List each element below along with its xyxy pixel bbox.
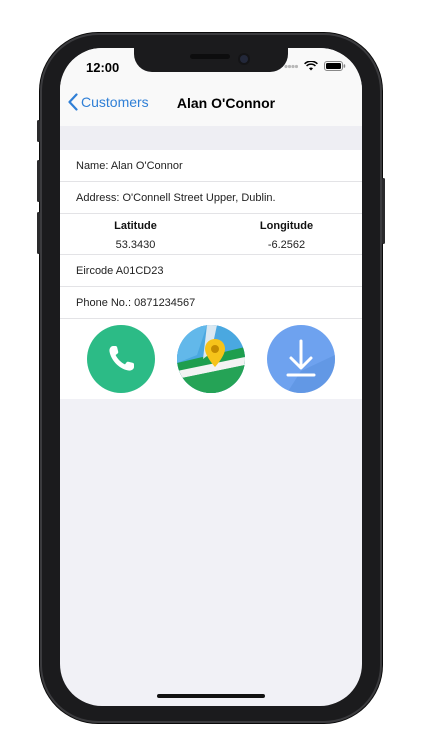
longitude-value: -6.2562 bbox=[267, 239, 306, 251]
phone-row: Phone No.: 0871234567 bbox=[60, 287, 362, 319]
volume-up-button bbox=[37, 160, 40, 202]
latitude-value: 53.3430 bbox=[115, 239, 156, 251]
silent-switch bbox=[37, 120, 40, 142]
latitude-column: Latitude 53.3430 bbox=[60, 214, 211, 254]
notch bbox=[134, 48, 288, 72]
battery-icon bbox=[324, 61, 346, 71]
volume-down-button bbox=[37, 212, 40, 254]
camera bbox=[240, 55, 248, 63]
navigation-bar: Customers Alan O'Connor bbox=[60, 82, 362, 127]
section-spacer bbox=[60, 126, 362, 150]
download-button[interactable] bbox=[267, 325, 335, 393]
address-row: Address: O'Connell Street Upper, Dublin. bbox=[60, 182, 362, 214]
longitude-label: Longitude bbox=[259, 220, 314, 232]
map-pin-icon bbox=[177, 325, 245, 393]
download-icon bbox=[286, 339, 335, 393]
cellular-signal-icon bbox=[284, 64, 298, 68]
phone-icon bbox=[109, 346, 134, 371]
latitude-label: Latitude bbox=[114, 220, 157, 232]
page-title: Alan O'Connor bbox=[176, 95, 276, 111]
action-buttons bbox=[60, 319, 362, 399]
coordinates-row: Latitude 53.3430 Longitude -6.2562 bbox=[60, 214, 362, 255]
customer-details: Name: Alan O'Connor Address: O'Connell S… bbox=[60, 126, 362, 399]
status-time: 12:00 bbox=[86, 60, 120, 75]
wifi-icon bbox=[304, 61, 318, 71]
name-row: Name: Alan O'Connor bbox=[60, 150, 362, 182]
details-card: Name: Alan O'Connor Address: O'Connell S… bbox=[60, 150, 362, 399]
eircode-row: Eircode A01CD23 bbox=[60, 255, 362, 287]
speaker bbox=[190, 54, 230, 59]
screen: 12:00 Customers Alan O'Connor Name: Alan… bbox=[60, 48, 362, 706]
call-button[interactable] bbox=[87, 325, 155, 393]
power-button bbox=[382, 178, 385, 244]
longitude-column: Longitude -6.2562 bbox=[211, 214, 362, 254]
home-indicator[interactable] bbox=[157, 694, 265, 698]
map-button[interactable] bbox=[177, 325, 245, 393]
status-icons bbox=[284, 61, 346, 71]
